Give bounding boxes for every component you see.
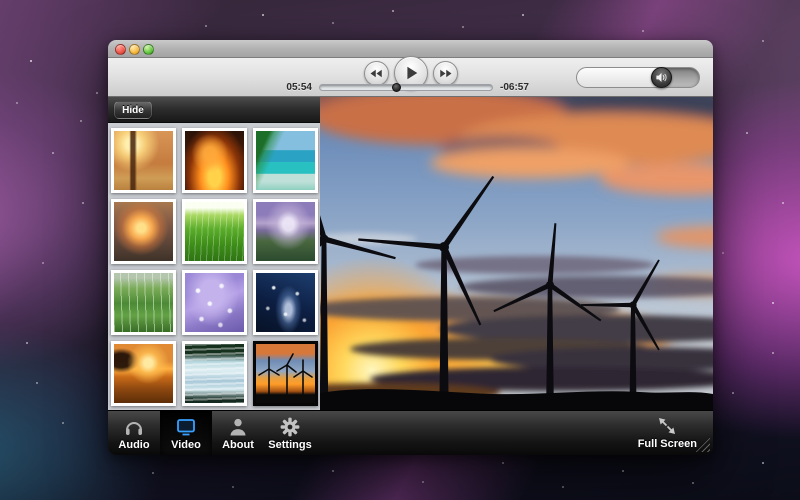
thumbnail-wind-turbines[interactable] bbox=[253, 341, 318, 406]
bottom-toolbar: Audio Video About Settings Full Screen bbox=[108, 410, 713, 455]
volume-fill bbox=[577, 68, 663, 87]
headphones-icon bbox=[124, 416, 144, 438]
rewind-icon bbox=[370, 69, 382, 77]
playlist-sidebar: Hide bbox=[108, 97, 320, 410]
fast-forward-icon bbox=[439, 69, 451, 77]
thumbnail-lake-sunset[interactable] bbox=[111, 341, 176, 406]
thumbnail-waterfall[interactable] bbox=[182, 341, 247, 406]
fullscreen-button[interactable]: Full Screen bbox=[638, 411, 697, 455]
thumbnail-forest-meadow[interactable] bbox=[111, 270, 176, 335]
desktop-wallpaper: 05:54 -06:57 Hide Audio Video About Sett… bbox=[0, 0, 800, 500]
thumbnail-tropical-beach[interactable] bbox=[253, 128, 318, 193]
window-content: Hide bbox=[108, 97, 713, 410]
fullscreen-arrows-icon bbox=[657, 415, 677, 437]
thumbnail-autumn-trees[interactable] bbox=[111, 128, 176, 193]
display-icon bbox=[175, 416, 197, 438]
thumbnail-grid bbox=[108, 123, 320, 410]
thumbnail-purple-raindrops[interactable] bbox=[182, 270, 247, 335]
minimize-button[interactable] bbox=[129, 44, 140, 55]
tab-audio-label: Audio bbox=[118, 439, 150, 451]
resize-grip[interactable] bbox=[695, 437, 710, 452]
sidebar-header: Hide bbox=[108, 97, 320, 123]
zoom-button[interactable] bbox=[143, 44, 154, 55]
hide-sidebar-button[interactable]: Hide bbox=[114, 101, 152, 119]
remaining-time: -06:57 bbox=[500, 82, 529, 93]
thumbnail-starry-sky[interactable] bbox=[253, 270, 318, 335]
tab-video-label: Video bbox=[171, 439, 201, 451]
play-icon bbox=[406, 66, 417, 80]
person-icon bbox=[228, 416, 248, 438]
speaker-icon bbox=[656, 73, 667, 82]
thumbnail-green-grass[interactable] bbox=[182, 199, 247, 264]
volume-slider[interactable] bbox=[576, 67, 700, 88]
fullscreen-label: Full Screen bbox=[637, 438, 697, 450]
tab-about[interactable]: About bbox=[212, 411, 264, 455]
video-frame bbox=[320, 97, 713, 410]
tab-video[interactable]: Video bbox=[160, 411, 212, 455]
wallpaper-stars bbox=[0, 0, 2, 2]
mini-turbines-icon bbox=[258, 353, 313, 395]
close-button[interactable] bbox=[115, 44, 126, 55]
elapsed-time: 05:54 bbox=[286, 82, 312, 93]
tab-audio[interactable]: Audio bbox=[108, 411, 160, 455]
progress-handle[interactable] bbox=[392, 83, 402, 92]
media-player-window: 05:54 -06:57 Hide Audio Video About Sett… bbox=[108, 40, 713, 455]
volume-knob[interactable] bbox=[651, 67, 673, 88]
tab-about-label: About bbox=[222, 439, 254, 451]
thumbnail-fireplace[interactable] bbox=[182, 128, 247, 193]
playback-control-strip: 05:54 -06:57 bbox=[108, 56, 713, 97]
thumbnail-mountain-lake[interactable] bbox=[253, 199, 318, 264]
gear-icon bbox=[280, 416, 300, 438]
scrub-row: 05:54 -06:57 bbox=[268, 82, 544, 93]
tab-settings-label: Settings bbox=[268, 439, 312, 451]
progress-bar[interactable] bbox=[319, 83, 493, 92]
video-display[interactable] bbox=[320, 97, 713, 410]
tab-settings[interactable]: Settings bbox=[264, 411, 316, 455]
thumbnail-sunset-clouds[interactable] bbox=[111, 199, 176, 264]
